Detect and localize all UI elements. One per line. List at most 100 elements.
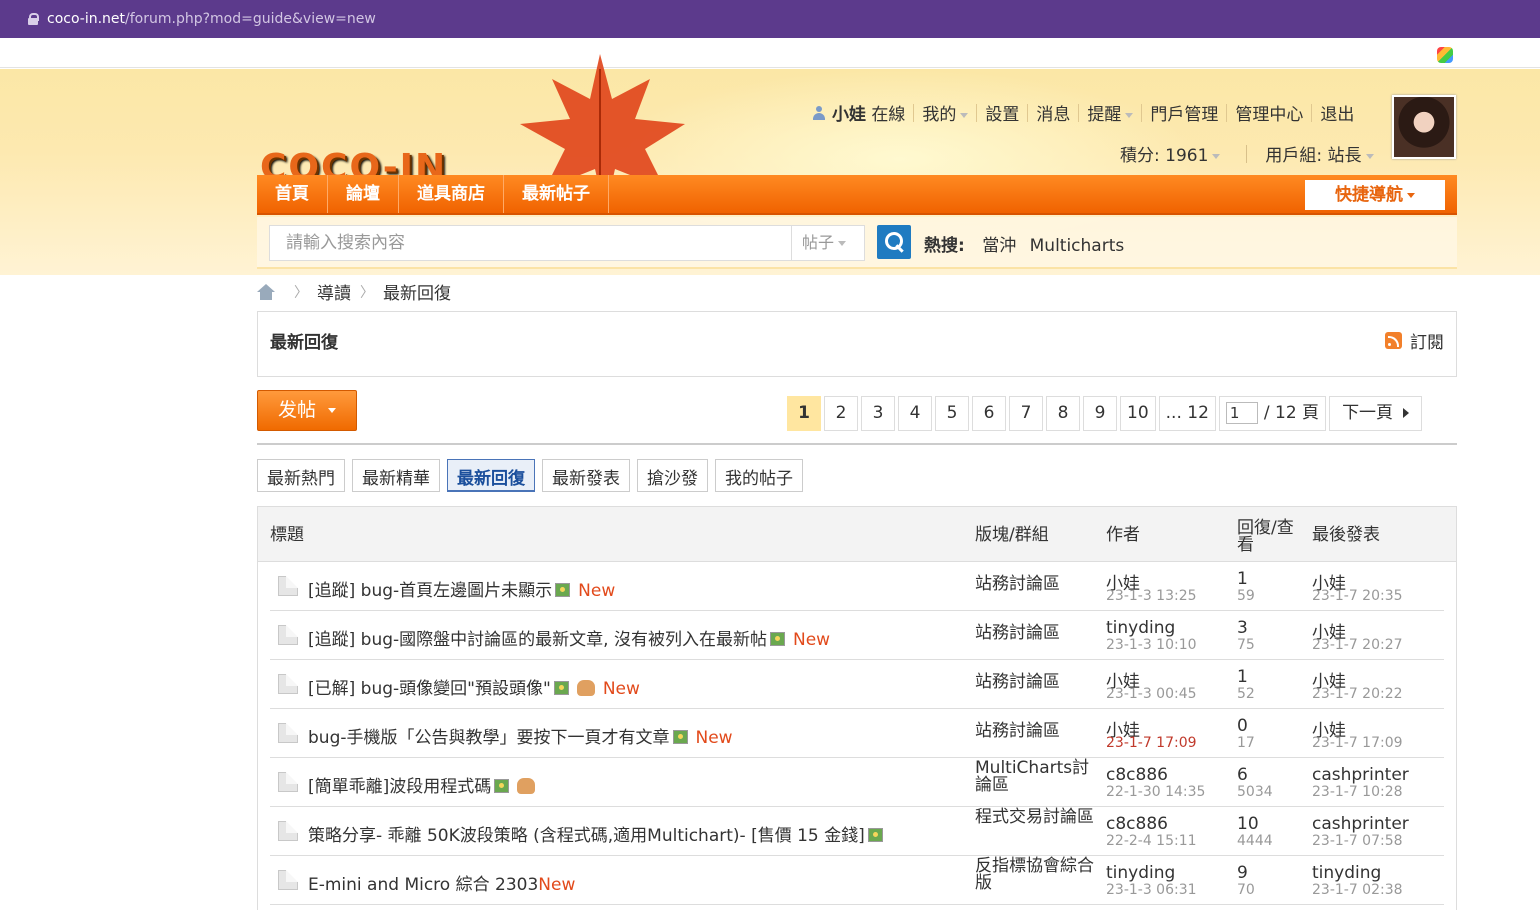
reply-count: 10: [1237, 814, 1259, 834]
portal-admin-link[interactable]: 門戶管理: [1150, 100, 1218, 125]
search-icon[interactable]: [877, 225, 911, 259]
nav-item-shop[interactable]: 道具商店: [399, 175, 504, 213]
reply-count: 1: [1237, 667, 1248, 687]
page-link[interactable]: 9: [1083, 396, 1117, 431]
forum-link[interactable]: 反指標協會綜合版: [975, 858, 1099, 892]
author-link[interactable]: c8c886: [1106, 814, 1168, 834]
tab-new-replies[interactable]: 最新回復: [447, 459, 535, 492]
breadcrumb-guide[interactable]: 導讀: [317, 279, 351, 304]
page-link[interactable]: 8: [1046, 396, 1080, 431]
page-link[interactable]: 10: [1120, 396, 1156, 431]
last-post-date[interactable]: 23-1-7 20:22: [1312, 686, 1403, 702]
page-link[interactable]: 3: [861, 396, 895, 431]
username-link[interactable]: 小娃: [832, 100, 866, 125]
tab-sofa[interactable]: 搶沙發: [637, 459, 708, 492]
hot-term[interactable]: Multicharts: [1030, 236, 1125, 256]
messages-link[interactable]: 消息: [1036, 100, 1070, 125]
credits-menu[interactable]: 積分: 1961: [1120, 141, 1221, 166]
last-post-date[interactable]: 23-1-7 02:38: [1312, 882, 1403, 898]
tab-digest[interactable]: 最新精華: [352, 459, 440, 492]
nav-item-latest[interactable]: 最新帖子: [504, 175, 609, 213]
page-title-panel: 最新回復 訂閱: [257, 311, 1457, 377]
last-poster-link[interactable]: cashprinter: [1312, 814, 1409, 834]
last-post-date[interactable]: 23-1-7 10:28: [1312, 784, 1403, 800]
thread-title-link[interactable]: [追蹤] bug-首頁左邊圖片未顯示 New: [308, 576, 615, 601]
thread-title-link[interactable]: E-mini and Micro 綜合 2303New: [308, 870, 575, 895]
forum-link[interactable]: 站務討論區: [975, 576, 1060, 593]
subscribe-link[interactable]: 訂閱: [1385, 328, 1444, 353]
my-menu[interactable]: 我的: [922, 100, 969, 125]
last-post-date[interactable]: 23-1-7 20:27: [1312, 637, 1403, 653]
avatar[interactable]: [1392, 95, 1456, 159]
reply-count: 6: [1237, 765, 1248, 785]
admin-center-link[interactable]: 管理中心: [1235, 100, 1303, 125]
author-link[interactable]: c8c886: [1106, 765, 1168, 785]
reply-count: 0: [1237, 716, 1248, 736]
author-link[interactable]: tinyding: [1106, 618, 1175, 638]
notice-menu[interactable]: 提醒: [1087, 100, 1134, 125]
home-icon[interactable]: [257, 283, 275, 300]
thread-title-link[interactable]: [追蹤] bug-國際盤中討論區的最新文章, 沒有被列入在最新帖 New: [308, 625, 830, 650]
thread-title-link[interactable]: [簡單乖離]波段用程式碼: [308, 772, 536, 797]
view-count: 4444: [1237, 833, 1273, 849]
last-post-date[interactable]: 23-1-7 20:35: [1312, 588, 1403, 604]
col-author: 作者: [1106, 525, 1140, 545]
forum-link[interactable]: 站務討論區: [975, 723, 1060, 740]
tab-hot[interactable]: 最新熱門: [257, 459, 345, 492]
image-icon: [553, 681, 569, 695]
table-row: bug-手機版「公告與教學」要按下一頁才有文章 New 站務討論區 小娃 23-1-7 …: [270, 709, 1444, 758]
tab-my-threads[interactable]: 我的帖子: [715, 459, 803, 492]
hot-term[interactable]: 當沖: [982, 236, 1016, 256]
search-input[interactable]: 請輸入搜索內容: [269, 225, 791, 261]
table-row: [追蹤] bug-國際盤中討論區的最新文章, 沒有被列入在最新帖 New 站務討論區…: [270, 611, 1444, 660]
thread-title-link[interactable]: bug-手機版「公告與教學」要按下一頁才有文章 New: [308, 723, 733, 748]
last-poster-link[interactable]: tinyding: [1312, 863, 1381, 883]
forum-link[interactable]: 站務討論區: [975, 625, 1060, 642]
view-count: 75: [1237, 637, 1255, 653]
user-group-menu[interactable]: 用戶組: 站長: [1265, 141, 1374, 166]
hot-search-label: 熱搜:: [924, 236, 965, 256]
view-count: 17: [1237, 735, 1255, 751]
page-link[interactable]: 1: [787, 396, 821, 431]
forum-link[interactable]: MultiCharts討論區: [975, 760, 1099, 794]
nav-item-forum[interactable]: 論壇: [328, 175, 399, 213]
nav-item-home[interactable]: 首頁: [257, 175, 328, 213]
search-type-select[interactable]: 帖子: [791, 225, 865, 261]
online-status[interactable]: 在線: [871, 100, 905, 125]
page-title: 最新回復: [270, 333, 338, 353]
table-row: E-mini and Micro 綜合 2303New 反指標協會綜合版 tinyd…: [270, 856, 1444, 905]
document-icon: [278, 674, 298, 694]
page-link-last[interactable]: ... 12: [1158, 396, 1216, 431]
image-icon: [867, 828, 883, 842]
logout-link[interactable]: 退出: [1320, 100, 1354, 125]
forum-link[interactable]: 站務討論區: [975, 674, 1060, 691]
image-icon: [769, 632, 785, 646]
page-link[interactable]: 7: [1009, 396, 1043, 431]
author-link[interactable]: tinyding: [1106, 863, 1175, 883]
page-link[interactable]: 6: [972, 396, 1006, 431]
page-link[interactable]: 4: [898, 396, 932, 431]
new-post-button[interactable]: 发帖: [257, 390, 357, 431]
page-input[interactable]: 1: [1225, 402, 1258, 424]
thread-title-link[interactable]: 策略分享- 乖離 50K波段策略 (含程式碼,適用Multichart)- [售…: [308, 821, 883, 846]
new-badge: New: [792, 630, 831, 650]
tab-new-posts[interactable]: 最新發表: [542, 459, 630, 492]
extension-bar: [0, 38, 1540, 68]
last-poster-link[interactable]: cashprinter: [1312, 765, 1409, 785]
address-bar[interactable]: coco-in.net/forum.php?mod=guide&view=new: [0, 0, 1540, 38]
view-count: 5034: [1237, 784, 1273, 800]
forum-link[interactable]: 程式交易討論區: [975, 809, 1099, 826]
page-link[interactable]: 2: [824, 396, 858, 431]
settings-link[interactable]: 設置: [985, 100, 1019, 125]
extension-icon[interactable]: [1437, 47, 1453, 63]
next-page-button[interactable]: 下一頁: [1329, 396, 1423, 431]
page-link[interactable]: 5: [935, 396, 969, 431]
thread-title-link[interactable]: [已解] bug-頭像變回"預設頭像" New: [308, 674, 640, 699]
document-icon: [278, 772, 298, 792]
col-title: 標題: [270, 525, 304, 545]
hot-search: 熱搜: 當沖 Multicharts: [924, 231, 1132, 256]
quick-nav-button[interactable]: 快捷導航: [1305, 180, 1445, 210]
post-date: 22-1-30 14:35: [1106, 784, 1206, 800]
last-post-date[interactable]: 23-1-7 17:09: [1312, 735, 1403, 751]
last-post-date[interactable]: 23-1-7 07:58: [1312, 833, 1403, 849]
